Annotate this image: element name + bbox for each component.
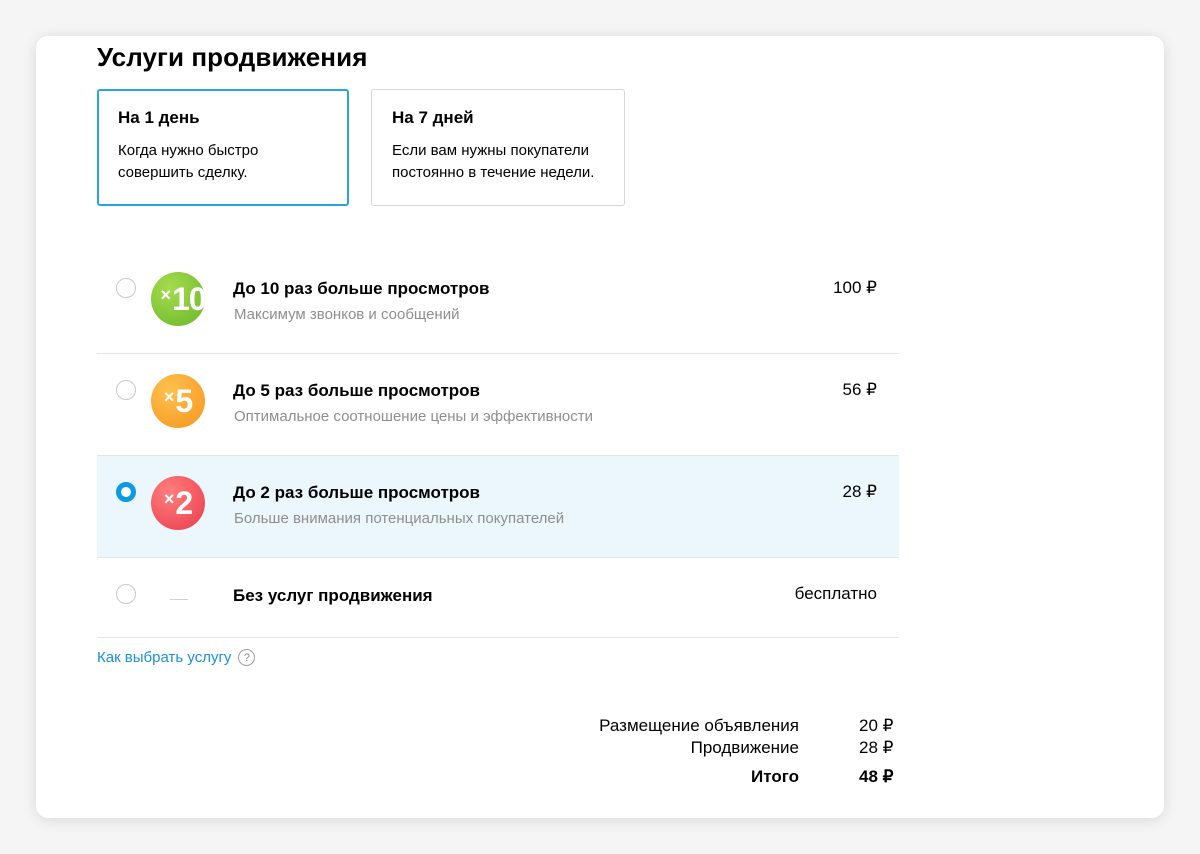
option-x2[interactable]: × 2 До 2 раз больше просмотров Больше вни… — [97, 456, 899, 558]
x5-badge-icon: × 5 — [151, 374, 205, 428]
option-x5[interactable]: × 5 До 5 раз больше просмотров Оптимально… — [97, 354, 899, 456]
tab-description: Если вам нужны покупатели постоянно в те… — [392, 140, 604, 184]
placement-value: 20 ₽ — [859, 716, 894, 735]
tab-1-day[interactable]: На 1 день Когда нужно быстро совершить с… — [97, 89, 349, 206]
radio-button[interactable] — [116, 380, 136, 400]
total-label: Итого — [751, 767, 799, 786]
radio-button[interactable] — [116, 278, 136, 298]
option-title: До 5 раз больше просмотров — [233, 381, 481, 400]
tab-description-line: Если вам нужны покупатели — [392, 142, 589, 159]
total-value: 48 ₽ — [859, 767, 894, 786]
option-price: 56 ₽ — [842, 380, 877, 399]
question-icon: ? — [238, 649, 256, 666]
option-subtitle: Максимум звонков и сообщений — [234, 306, 460, 323]
option-x10[interactable]: × 10 До 10 раз больше просмотров Максимум… — [97, 252, 899, 354]
promotion-label: Продвижение — [690, 738, 799, 757]
option-price: 28 ₽ — [842, 482, 877, 501]
x10-badge-icon: × 10 — [151, 272, 205, 326]
tab-7-days[interactable]: На 7 дней Если вам нужны покупатели пост… — [371, 89, 625, 206]
promotion-options-list: × 10 До 10 раз больше просмотров Максимум… — [97, 252, 899, 638]
option-no-promotion[interactable]: Без услуг продвижения бесплатно — [97, 558, 899, 638]
tab-description: Когда нужно быстро совершить сделку. — [118, 140, 328, 184]
x2-badge-icon: × 2 — [151, 476, 205, 530]
tab-description-line: Когда нужно быстро — [118, 142, 259, 159]
option-title: До 10 раз больше просмотров — [233, 279, 490, 298]
radio-button-checked[interactable] — [116, 482, 136, 502]
promotion-value: 28 ₽ — [859, 738, 894, 757]
tab-description-line: постоянно в течение недели. — [392, 164, 595, 181]
option-subtitle: Больше внимания потенциальных покупателе… — [234, 510, 565, 527]
option-subtitle: Оптимальное соотношение цены и эффективн… — [234, 408, 594, 425]
tab-title: На 1 день — [118, 108, 200, 127]
dash-icon — [170, 599, 188, 600]
tab-title: На 7 дней — [392, 108, 474, 127]
option-title: Без услуг продвижения — [233, 586, 433, 605]
page-title: Услуги продвижения — [97, 42, 368, 72]
option-title: До 2 раз больше просмотров — [233, 483, 481, 502]
option-price: 100 ₽ — [833, 278, 877, 297]
radio-button[interactable] — [116, 584, 136, 604]
tab-description-line: совершить сделку. — [118, 164, 248, 181]
option-price: бесплатно — [794, 584, 877, 603]
how-to-choose-link[interactable]: Как выбрать услугу ? — [97, 649, 256, 666]
promotion-card: Услуги продвижения На 1 день Когда нужно… — [36, 36, 1164, 818]
placement-label: Размещение объявления — [599, 716, 799, 735]
help-link-label: Как выбрать услугу — [97, 649, 232, 666]
